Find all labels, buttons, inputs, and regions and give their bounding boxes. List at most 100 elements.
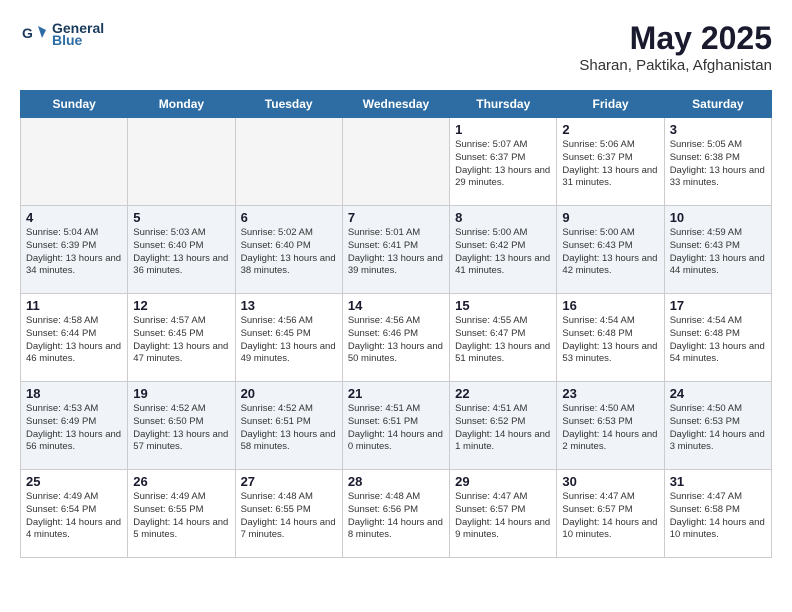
cell-info: Sunrise: 4:49 AMSunset: 6:55 PMDaylight:… [133, 491, 229, 542]
day-number: 13 [241, 298, 337, 313]
cell-info: Sunrise: 5:00 AMSunset: 6:42 PMDaylight:… [455, 227, 551, 278]
cell-info: Sunrise: 4:51 AMSunset: 6:51 PMDaylight:… [348, 403, 444, 454]
day-header-saturday: Saturday [664, 91, 771, 118]
day-number: 11 [26, 298, 122, 313]
calendar-cell-3: 3Sunrise: 5:05 AMSunset: 6:38 PMDaylight… [664, 118, 771, 206]
calendar-cell-21: 21 Sunrise: 4:51 AMSunset: 6:51 PMDayligh… [342, 382, 449, 470]
calendar-cell-19: 19Sunrise: 4:52 AMSunset: 6:50 PMDayligh… [128, 382, 235, 470]
calendar-cell-31: 31 Sunrise: 4:47 AMSunset: 6:58 PMDayligh… [664, 470, 771, 558]
cell-info: Sunrise: 4:50 AMSunset: 6:53 PMDaylight:… [562, 403, 658, 454]
day-number: 24 [670, 386, 766, 401]
day-number: 12 [133, 298, 229, 313]
day-number: 31 [670, 474, 766, 489]
logo-text: General Blue [52, 20, 104, 48]
day-number: 18 [26, 386, 122, 401]
calendar-cell-9: 9Sunrise: 5:00 AMSunset: 6:43 PMDaylight… [557, 206, 664, 294]
day-number: 25 [26, 474, 122, 489]
day-number: 20 [241, 386, 337, 401]
calendar-cell-14: 14 Sunrise: 4:56 AMSunset: 6:46 PMDayligh… [342, 294, 449, 382]
logo: G General Blue [20, 20, 104, 48]
calendar-cell-30: 30Sunrise: 4:47 AMSunset: 6:57 PMDayligh… [557, 470, 664, 558]
calendar-cell-11: 11 Sunrise: 4:58 AMSunset: 6:44 PMDayligh… [21, 294, 128, 382]
cell-info: Sunrise: 4:47 AMSunset: 6:58 PMDaylight:… [670, 491, 766, 542]
day-header-monday: Monday [128, 91, 235, 118]
day-number: 5 [133, 210, 229, 225]
calendar-cell-10: 10 Sunrise: 4:59 AMSunset: 6:43 PMDayligh… [664, 206, 771, 294]
calendar-cell-13: 13 Sunrise: 4:56 AMSunset: 6:45 PMDayligh… [235, 294, 342, 382]
calendar-cell-27: 27 Sunrise: 4:48 AMSunset: 6:55 PMDayligh… [235, 470, 342, 558]
calendar-cell-20: 20 Sunrise: 4:52 AMSunset: 6:51 PMDayligh… [235, 382, 342, 470]
day-number: 8 [455, 210, 551, 225]
calendar-cell-16: 16 Sunrise: 4:54 AMSunset: 6:48 PMDayligh… [557, 294, 664, 382]
cell-info: Sunrise: 4:56 AMSunset: 6:46 PMDaylight:… [348, 315, 444, 366]
calendar-cell-2: 2 Sunrise: 5:06 AMSunset: 6:37 PMDaylight… [557, 118, 664, 206]
cell-info: Sunrise: 4:55 AMSunset: 6:47 PMDaylight:… [455, 315, 551, 366]
calendar-week-row: 4Sunrise: 5:04 AMSunset: 6:39 PMDaylight… [21, 206, 772, 294]
day-number: 1 [455, 122, 551, 137]
day-number: 29 [455, 474, 551, 489]
cell-info: Sunrise: 4:54 AMSunset: 6:48 PMDaylight:… [562, 315, 658, 366]
cell-info: Sunrise: 5:01 AMSunset: 6:41 PMDaylight:… [348, 227, 444, 278]
cell-info: Sunrise: 4:53 AMSunset: 6:49 PMDaylight:… [26, 403, 122, 454]
cell-info: Sunrise: 4:59 AMSunset: 6:43 PMDaylight:… [670, 227, 766, 278]
calendar-cell-6: 6 Sunrise: 5:02 AMSunset: 6:40 PMDaylight… [235, 206, 342, 294]
calendar-week-row: 1Sunrise: 5:07 AMSunset: 6:37 PMDaylight… [21, 118, 772, 206]
calendar-cell-22: 22 Sunrise: 4:51 AMSunset: 6:52 PMDayligh… [450, 382, 557, 470]
cell-info: Sunrise: 5:03 AMSunset: 6:40 PMDaylight:… [133, 227, 229, 278]
month-title: May 2025 [579, 20, 772, 57]
title-block: May 2025 Sharan, Paktika, Afghanistan [579, 20, 772, 74]
calendar-week-row: 18 Sunrise: 4:53 AMSunset: 6:49 PMDayligh… [21, 382, 772, 470]
calendar-cell-24: 24 Sunrise: 4:50 AMSunset: 6:53 PMDayligh… [664, 382, 771, 470]
day-header-tuesday: Tuesday [235, 91, 342, 118]
day-number: 27 [241, 474, 337, 489]
day-number: 2 [562, 122, 658, 137]
day-number: 10 [670, 210, 766, 225]
calendar-cell-23: 23 Sunrise: 4:50 AMSunset: 6:53 PMDayligh… [557, 382, 664, 470]
cell-info: Sunrise: 4:57 AMSunset: 6:45 PMDaylight:… [133, 315, 229, 366]
day-number: 26 [133, 474, 229, 489]
day-number: 17 [670, 298, 766, 313]
calendar-cell-28: 28 Sunrise: 4:48 AMSunset: 6:56 PMDayligh… [342, 470, 449, 558]
logo-icon: G [20, 20, 48, 48]
cell-info: Sunrise: 4:48 AMSunset: 6:55 PMDaylight:… [241, 491, 337, 542]
calendar-week-row: 11 Sunrise: 4:58 AMSunset: 6:44 PMDayligh… [21, 294, 772, 382]
day-number: 21 [348, 386, 444, 401]
day-header-thursday: Thursday [450, 91, 557, 118]
cell-info: Sunrise: 4:51 AMSunset: 6:52 PMDaylight:… [455, 403, 551, 454]
cell-info: Sunrise: 4:58 AMSunset: 6:44 PMDaylight:… [26, 315, 122, 366]
calendar-table: SundayMondayTuesdayWednesdayThursdayFrid… [20, 90, 772, 558]
calendar-cell-7: 7Sunrise: 5:01 AMSunset: 6:41 PMDaylight… [342, 206, 449, 294]
cell-info: Sunrise: 5:06 AMSunset: 6:37 PMDaylight:… [562, 139, 658, 190]
empty-cell [21, 118, 128, 206]
day-number: 14 [348, 298, 444, 313]
calendar-week-row: 25Sunrise: 4:49 AMSunset: 6:54 PMDayligh… [21, 470, 772, 558]
calendar-cell-4: 4Sunrise: 5:04 AMSunset: 6:39 PMDaylight… [21, 206, 128, 294]
cell-info: Sunrise: 4:56 AMSunset: 6:45 PMDaylight:… [241, 315, 337, 366]
calendar-cell-15: 15Sunrise: 4:55 AMSunset: 6:47 PMDayligh… [450, 294, 557, 382]
day-number: 4 [26, 210, 122, 225]
day-number: 28 [348, 474, 444, 489]
cell-info: Sunrise: 4:50 AMSunset: 6:53 PMDaylight:… [670, 403, 766, 454]
day-number: 23 [562, 386, 658, 401]
calendar-cell-29: 29Sunrise: 4:47 AMSunset: 6:57 PMDayligh… [450, 470, 557, 558]
day-number: 16 [562, 298, 658, 313]
day-number: 22 [455, 386, 551, 401]
calendar-cell-12: 12 Sunrise: 4:57 AMSunset: 6:45 PMDayligh… [128, 294, 235, 382]
calendar-cell-18: 18 Sunrise: 4:53 AMSunset: 6:49 PMDayligh… [21, 382, 128, 470]
calendar-cell-26: 26 Sunrise: 4:49 AMSunset: 6:55 PMDayligh… [128, 470, 235, 558]
day-number: 6 [241, 210, 337, 225]
cell-info: Sunrise: 4:52 AMSunset: 6:51 PMDaylight:… [241, 403, 337, 454]
cell-info: Sunrise: 5:02 AMSunset: 6:40 PMDaylight:… [241, 227, 337, 278]
day-number: 9 [562, 210, 658, 225]
day-header-sunday: Sunday [21, 91, 128, 118]
empty-cell [128, 118, 235, 206]
day-number: 19 [133, 386, 229, 401]
calendar-cell-8: 8 Sunrise: 5:00 AMSunset: 6:42 PMDaylight… [450, 206, 557, 294]
calendar-cell-17: 17 Sunrise: 4:54 AMSunset: 6:48 PMDayligh… [664, 294, 771, 382]
calendar-cell-5: 5 Sunrise: 5:03 AMSunset: 6:40 PMDaylight… [128, 206, 235, 294]
calendar-cell-25: 25Sunrise: 4:49 AMSunset: 6:54 PMDayligh… [21, 470, 128, 558]
day-number: 30 [562, 474, 658, 489]
cell-info: Sunrise: 4:54 AMSunset: 6:48 PMDaylight:… [670, 315, 766, 366]
cell-info: Sunrise: 4:48 AMSunset: 6:56 PMDaylight:… [348, 491, 444, 542]
location-subtitle: Sharan, Paktika, Afghanistan [579, 57, 772, 74]
